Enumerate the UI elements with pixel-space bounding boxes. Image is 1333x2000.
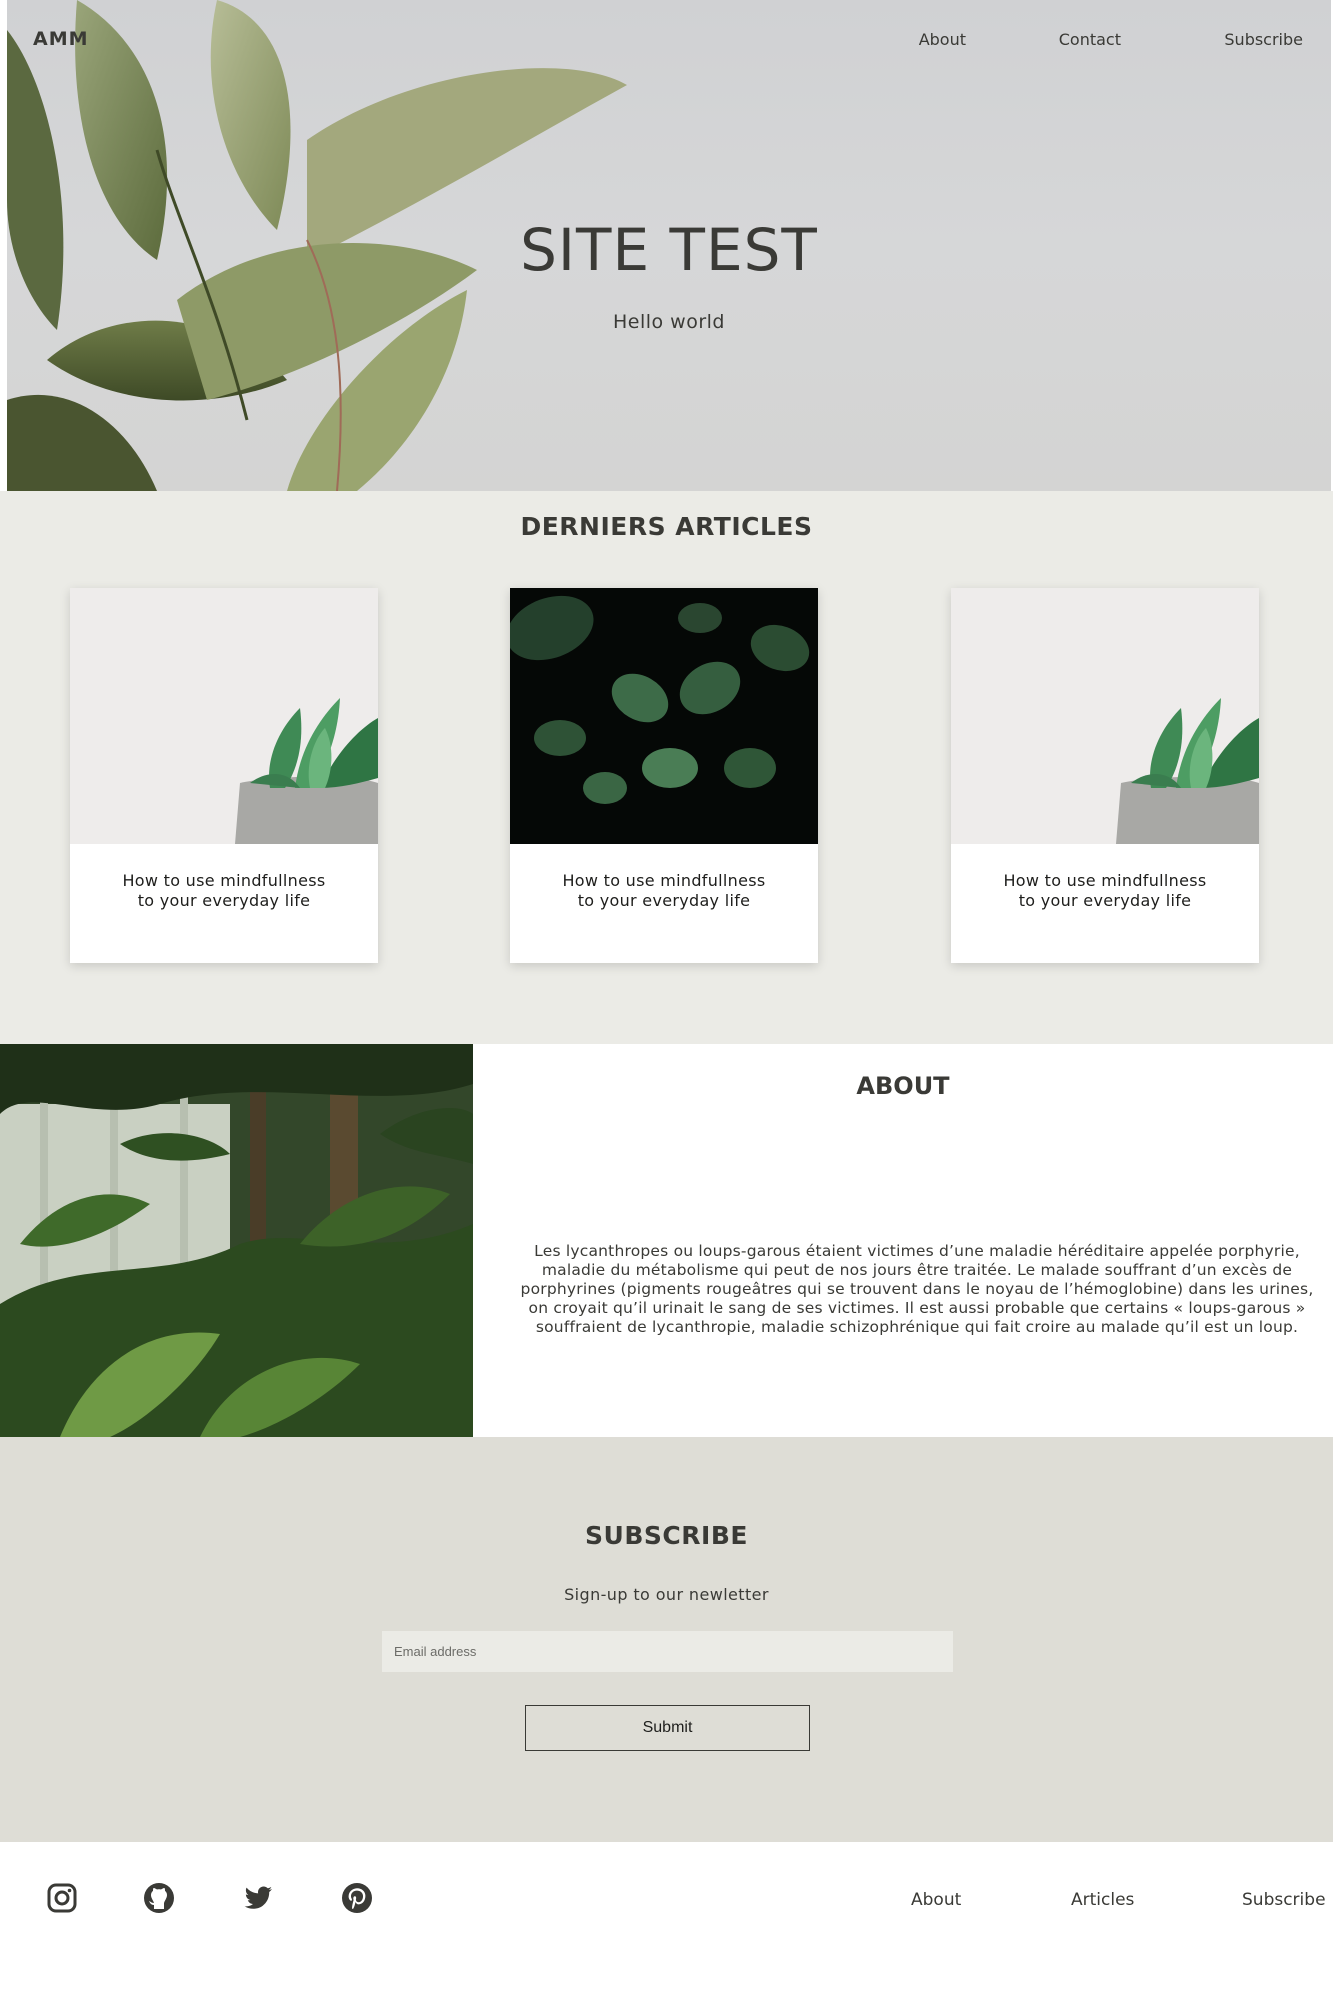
card-title: How to use mindfullness to your everyday… — [122, 871, 326, 910]
twitter-icon[interactable] — [242, 1882, 274, 1914]
article-card[interactable]: How to use mindfullness to your everyday… — [70, 588, 378, 963]
github-icon[interactable] — [143, 1882, 175, 1914]
footer: About Articles Subscribe — [0, 1842, 1333, 2000]
about-title: ABOUT — [856, 1072, 950, 1100]
hero-subtitle: Hello world — [612, 311, 725, 333]
about-text: Les lycanthropes ou loups-garous étaient… — [520, 1242, 1314, 1336]
card-title: How to use mindfullness to your everyday… — [562, 871, 766, 910]
articles-section: DERNIERS ARTICLES How to use mindfullnes… — [0, 491, 1333, 1044]
pinterest-icon[interactable] — [341, 1882, 373, 1914]
email-input[interactable] — [382, 1631, 953, 1672]
nav-about-link[interactable]: About — [919, 30, 966, 49]
footer-subscribe-link[interactable]: Subscribe — [1242, 1890, 1326, 1910]
instagram-icon[interactable] — [46, 1882, 78, 1914]
articles-title: DERNIERS ARTICLES — [520, 512, 813, 541]
dark-leaves-image — [510, 588, 818, 844]
about-section: ABOUT Les lycanthropes ou loups-garous é… — [0, 1044, 1333, 1437]
subscribe-text: Sign-up to our newletter — [564, 1585, 769, 1604]
footer-articles-link[interactable]: Articles — [1071, 1890, 1134, 1910]
card-title: How to use mindfullness to your everyday… — [1003, 871, 1207, 910]
submit-button[interactable]: Submit — [525, 1705, 810, 1751]
site-logo[interactable]: AMM — [33, 28, 89, 50]
subscribe-section: SUBSCRIBE Sign-up to our newletter Submi… — [0, 1437, 1333, 1842]
hero-section: AMM About Contact Subscribe SITE TEST He… — [7, 0, 1331, 491]
succulent-image — [951, 588, 1259, 844]
subscribe-title: SUBSCRIBE — [585, 1521, 748, 1550]
nav-subscribe-link[interactable]: Subscribe — [1224, 30, 1303, 49]
nav-contact-link[interactable]: Contact — [1059, 30, 1121, 49]
hero-title: SITE TEST — [520, 216, 818, 284]
succulent-image — [70, 588, 378, 844]
palm-greenhouse-image — [0, 1044, 473, 1437]
footer-about-link[interactable]: About — [911, 1890, 961, 1910]
article-card[interactable]: How to use mindfullness to your everyday… — [510, 588, 818, 963]
article-card[interactable]: How to use mindfullness to your everyday… — [951, 588, 1259, 963]
